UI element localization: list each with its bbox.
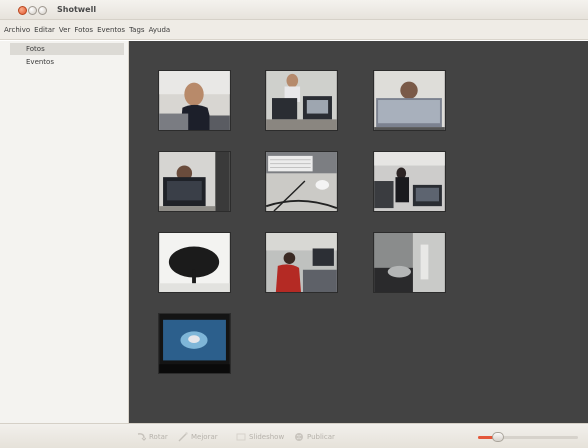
- enhance-button[interactable]: Mejorar: [178, 432, 218, 442]
- photo-thumbnail[interactable]: [373, 232, 446, 293]
- photo-tree: [159, 233, 230, 292]
- photo-thumbnail[interactable]: [373, 151, 446, 212]
- close-window-button[interactable]: [18, 6, 27, 15]
- photo-person-behind-monitor: [374, 71, 445, 130]
- menu-fotos[interactable]: Fotos: [72, 26, 95, 34]
- sidebar: Fotos Eventos: [0, 41, 129, 423]
- publish-label: Publicar: [307, 433, 335, 441]
- sidebar-item-eventos[interactable]: Eventos: [10, 56, 124, 68]
- slideshow-button[interactable]: Slideshow: [236, 432, 284, 442]
- rotate-label: Rotar: [149, 433, 168, 441]
- photo-thumbnail[interactable]: [265, 70, 338, 131]
- menu-bar: Archivo Editar Ver Fotos Eventos Tags Ay…: [0, 20, 588, 40]
- photo-person-laptop: [159, 71, 230, 130]
- photo-viewer: [129, 41, 588, 423]
- photo-thumbnail[interactable]: [265, 232, 338, 293]
- slideshow-label: Slideshow: [249, 433, 285, 441]
- photo-thumbnail[interactable]: [158, 70, 231, 131]
- sidebar-item-fotos[interactable]: Fotos: [10, 43, 124, 55]
- rotate-button[interactable]: Rotar: [136, 432, 168, 442]
- title-bar: Shotwell: [0, 0, 588, 20]
- photo-monitors-room: [374, 152, 445, 211]
- menu-archivo[interactable]: Archivo: [2, 26, 32, 34]
- menu-ver[interactable]: Ver: [57, 26, 72, 34]
- photo-thumbnail[interactable]: [373, 70, 446, 131]
- photo-thumbnail[interactable]: [158, 232, 231, 293]
- enhance-label: Mejorar: [191, 433, 218, 441]
- photo-person-at-monitor: [159, 152, 230, 211]
- photo-tv-screen: [159, 314, 230, 373]
- photo-classroom: [266, 233, 337, 292]
- photo-keyboard-mouse: [266, 152, 337, 211]
- photo-thumbnail[interactable]: [265, 151, 338, 212]
- rotate-icon: [137, 433, 146, 441]
- menu-eventos[interactable]: Eventos: [95, 26, 127, 34]
- magic-wand-icon: [178, 432, 188, 442]
- publish-button[interactable]: Publicar: [294, 432, 335, 442]
- globe-icon: [295, 433, 303, 441]
- menu-ayuda[interactable]: Ayuda: [147, 26, 173, 34]
- photo-blurred-room: [374, 233, 445, 292]
- photo-office-computers: [266, 71, 337, 130]
- bottom-toolbar: Rotar Mejorar Slideshow Publicar: [0, 423, 588, 448]
- photo-thumbnail[interactable]: [158, 151, 231, 212]
- slideshow-icon: [236, 433, 246, 441]
- menu-editar[interactable]: Editar: [32, 26, 57, 34]
- zoom-slider[interactable]: [478, 432, 578, 442]
- maximize-window-button[interactable]: [38, 6, 47, 15]
- minimize-window-button[interactable]: [28, 6, 37, 15]
- window-title: Shotwell: [57, 5, 97, 14]
- photo-thumbnail[interactable]: [158, 313, 231, 374]
- menu-tags[interactable]: Tags: [127, 26, 147, 34]
- zoom-slider-handle[interactable]: [492, 432, 504, 442]
